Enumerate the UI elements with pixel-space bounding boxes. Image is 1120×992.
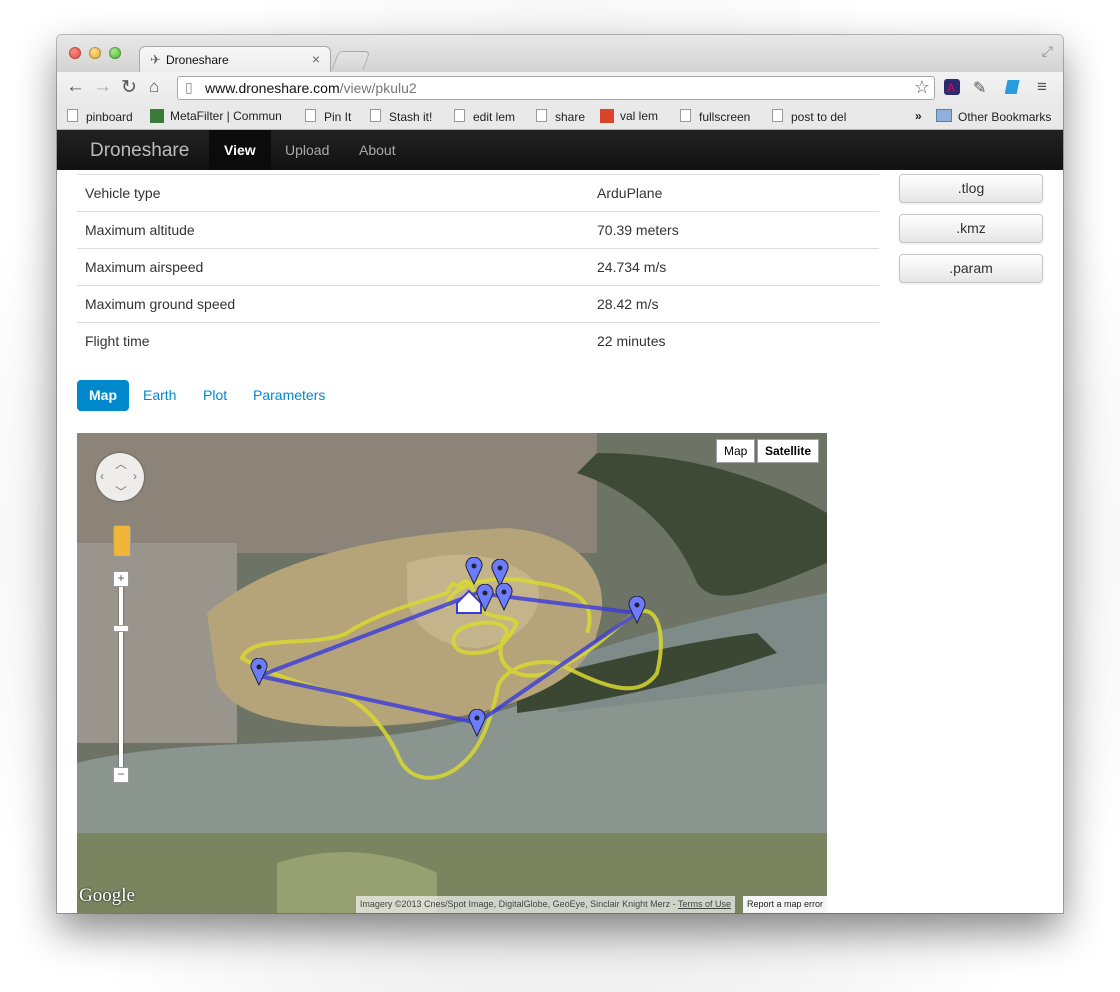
tab-strip: ✈ Droneshare × ⤢	[57, 35, 1063, 74]
row-value: 28.42 m/s	[589, 285, 879, 323]
nav-view[interactable]: View	[209, 130, 271, 170]
waypoint-marker-icon[interactable]	[628, 596, 646, 624]
extension-icon[interactable]: A	[943, 78, 961, 96]
bookmark-star-icon[interactable]: ☆	[914, 77, 930, 98]
pan-right-icon[interactable]: ›	[133, 469, 137, 483]
map-type-map-button[interactable]: Map	[716, 439, 756, 463]
pan-left-icon[interactable]: ‹	[100, 469, 104, 483]
tab-title: Droneshare	[166, 53, 229, 67]
menu-icon[interactable]: ≡	[1037, 77, 1047, 97]
other-bookmarks-folder[interactable]: Other Bookmarks	[936, 109, 1051, 124]
waypoint-marker-icon[interactable]	[465, 557, 483, 585]
new-tab-button[interactable]	[331, 51, 371, 70]
browser-tab[interactable]: ✈ Droneshare ×	[139, 46, 331, 74]
brand-logo[interactable]: Droneshare	[90, 140, 189, 162]
pan-control[interactable]: ︿ ‹ › ﹀	[96, 453, 144, 501]
wrench-icon[interactable]: ✎	[973, 78, 986, 98]
waypoint-marker-icon[interactable]	[468, 709, 486, 737]
rocket-favicon-icon: ✈	[150, 52, 161, 67]
row-value: 24.734 m/s	[589, 248, 879, 286]
bookmark-stash-it[interactable]: Stash it!	[370, 109, 432, 124]
zoom-window-button[interactable]	[109, 47, 121, 59]
row-value: ArduPlane	[589, 174, 879, 212]
fullscreen-icon[interactable]: ⤢	[1042, 43, 1053, 60]
row-value: 70.39 meters	[589, 211, 879, 249]
google-logo: Google	[79, 885, 135, 906]
report-map-error-link[interactable]: Report a map error	[742, 896, 827, 913]
pan-down-icon[interactable]: ﹀	[115, 483, 127, 500]
row-label: Maximum altitude	[77, 211, 589, 249]
row-value: 22 minutes	[589, 322, 879, 359]
waypoint-marker-icon[interactable]	[250, 658, 268, 686]
row-label: Flight time	[77, 322, 589, 359]
more-bookmarks-chevron-icon[interactable]: »	[915, 109, 922, 123]
reload-icon[interactable]: ↻	[121, 76, 137, 99]
tab-map[interactable]: Map	[77, 380, 129, 411]
page-content: Vehicle type ArduPlane Maximum altitude …	[57, 170, 1063, 913]
table-row: Maximum ground speed 28.42 m/s	[77, 285, 879, 323]
home-icon[interactable]: ⌂	[149, 77, 159, 97]
map-attribution: Imagery ©2013 Cnes/Spot Image, DigitalGl…	[355, 896, 735, 913]
browser-window: ✈ Droneshare × ⤢ ← → ↻ ⌂ ▯ www.droneshar…	[57, 35, 1063, 913]
waypoint-marker-icon[interactable]	[495, 583, 513, 611]
download-kmz-button[interactable]: .kmz	[899, 214, 1043, 243]
zoom-out-button[interactable]: −	[113, 767, 129, 783]
page-icon: ▯	[185, 79, 193, 95]
nav-upload[interactable]: Upload	[270, 130, 344, 170]
row-label: Maximum airspeed	[77, 248, 589, 286]
url-text: www.droneshare.com/view/pkulu2	[205, 80, 417, 96]
nav-about[interactable]: About	[344, 130, 411, 170]
close-tab-icon[interactable]: ×	[312, 51, 320, 67]
address-bar[interactable]: ▯ www.droneshare.com/view/pkulu2 ☆	[177, 76, 935, 100]
evernote-icon[interactable]	[1005, 78, 1023, 96]
download-param-button[interactable]: .param	[899, 254, 1043, 283]
close-window-button[interactable]	[69, 47, 81, 59]
satellite-imagery	[77, 433, 827, 913]
bookmark-pin-it[interactable]: Pin It	[305, 109, 351, 124]
browser-toolbar: ← → ↻ ⌂ ▯ www.droneshare.com/view/pkulu2…	[57, 72, 1063, 105]
zoom-slider[interactable]	[119, 583, 123, 773]
row-label: Maximum ground speed	[77, 285, 589, 323]
bookmark-post-to-del[interactable]: post to del	[772, 109, 846, 124]
bookmark-edit-lem[interactable]: edit lem	[454, 109, 515, 124]
pan-up-icon[interactable]: ︿	[115, 455, 127, 472]
terms-of-use-link[interactable]: Terms of Use	[678, 899, 731, 909]
table-row: Flight time 22 minutes	[77, 322, 879, 359]
flight-info-table: Vehicle type ArduPlane Maximum altitude …	[77, 174, 879, 359]
table-row: Maximum altitude 70.39 meters	[77, 211, 879, 249]
waypoint-marker-icon[interactable]	[476, 584, 494, 612]
map-type-satellite-button[interactable]: Satellite	[757, 439, 820, 463]
bookmark-share[interactable]: share	[536, 109, 585, 124]
street-view-pegman-icon[interactable]	[113, 525, 131, 557]
tab-parameters[interactable]: Parameters	[241, 380, 337, 411]
download-tlog-button[interactable]: .tlog	[899, 174, 1043, 203]
bookmark-fullscreen[interactable]: fullscreen	[680, 109, 750, 124]
table-row: Maximum airspeed 24.734 m/s	[77, 248, 879, 286]
tab-earth[interactable]: Earth	[131, 380, 188, 411]
site-navbar: Droneshare View Upload About	[57, 130, 1063, 170]
bookmark-metafilter[interactable]: MetaFilter | Commun	[150, 109, 282, 123]
bookmarks-bar: pinboard MetaFilter | Commun Pin It Stas…	[57, 105, 1063, 130]
flight-map[interactable]: Map Satellite ︿ ‹ › ﹀ + − Google Imagery…	[77, 433, 827, 913]
bookmark-val-lem[interactable]: val lem	[600, 109, 658, 123]
zoom-in-button[interactable]: +	[113, 571, 129, 587]
back-arrow-icon[interactable]: ←	[66, 76, 85, 98]
tab-plot[interactable]: Plot	[191, 380, 239, 411]
forward-arrow-icon[interactable]: →	[93, 76, 112, 98]
table-row: Vehicle type ArduPlane	[77, 174, 879, 212]
row-label: Vehicle type	[77, 174, 589, 212]
bookmark-pinboard[interactable]: pinboard	[67, 109, 133, 124]
minimize-window-button[interactable]	[89, 47, 101, 59]
zoom-slider-handle[interactable]	[113, 625, 129, 632]
svg-text:A: A	[947, 81, 955, 95]
